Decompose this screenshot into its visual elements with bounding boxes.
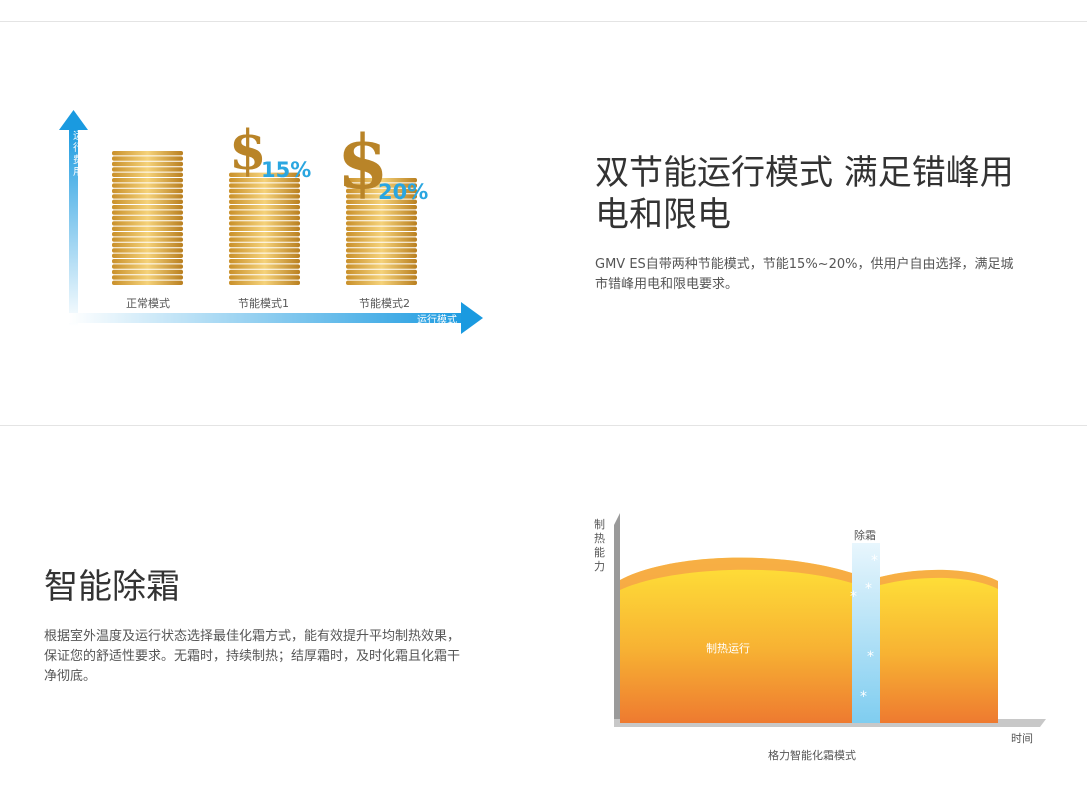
coin: [112, 178, 183, 183]
coin: [112, 237, 183, 242]
coin: [112, 221, 183, 226]
snowflake-1: *: [871, 553, 878, 569]
coin: [112, 194, 183, 199]
coin: [346, 215, 417, 221]
coin-stack-1: [112, 151, 183, 285]
top-divider: [0, 21, 1087, 22]
coin: [346, 264, 417, 269]
saving-percent-mode1: 15%: [261, 158, 312, 182]
x-axis-label: 运行模式: [417, 315, 457, 326]
coin: [229, 215, 300, 221]
y-axis-label: 运 行 费 用: [73, 131, 83, 178]
coin: [112, 275, 183, 280]
coin: [112, 205, 183, 210]
coin: [112, 161, 183, 167]
section-divider: [0, 425, 1087, 426]
coin: [112, 253, 183, 258]
coin: [346, 221, 417, 226]
defrost-chart: * * * * *: [614, 513, 1046, 727]
coin: [112, 183, 183, 188]
bar-label-mode2: 节能模式2: [359, 297, 410, 310]
x-axis-arrow: [461, 302, 483, 334]
coin: [229, 248, 300, 253]
snowflake-3: *: [850, 589, 857, 605]
coin: [229, 269, 300, 275]
saving-percent-mode2: 20%: [378, 180, 429, 204]
coin: [229, 210, 300, 215]
coin: [229, 259, 300, 264]
chart-y-axis: [614, 513, 620, 727]
coin: [112, 226, 183, 231]
coin: [346, 280, 417, 285]
bar-label-mode1: 节能模式1: [238, 297, 289, 310]
coin: [112, 264, 183, 269]
coin: [229, 280, 300, 285]
coin: [229, 194, 300, 199]
coin: [229, 205, 300, 210]
coin: [112, 232, 183, 237]
coin: [346, 275, 417, 280]
coin: [229, 221, 300, 226]
coin-stack-2: [229, 172, 300, 285]
coin: [346, 210, 417, 215]
coin: [229, 232, 300, 237]
section2-title: 智能除霜: [44, 567, 180, 607]
coin: [112, 269, 183, 275]
y-axis-arrow: [59, 110, 88, 130]
coin: [229, 237, 300, 242]
defrost-label: 除霜: [854, 529, 876, 542]
time-axis-label: 时间: [1011, 732, 1033, 745]
coin: [346, 269, 417, 275]
coin: [346, 253, 417, 258]
section2-description: 根据室外温度及运行状态选择最佳化霜方式，能有效提升平均制热效果， 保证您的舒适性…: [44, 629, 461, 684]
coin: [229, 275, 300, 280]
coin: [112, 151, 183, 156]
coin: [346, 237, 417, 242]
snowflake-5: *: [860, 689, 867, 705]
coin: [112, 242, 183, 248]
x-axis: [69, 313, 469, 323]
coin: [229, 253, 300, 258]
chart-caption: 格力智能化霜模式: [768, 749, 856, 762]
snowflake-4: *: [867, 649, 874, 665]
coin: [346, 232, 417, 237]
coin: [229, 199, 300, 204]
coin: [112, 199, 183, 204]
coin: [346, 226, 417, 231]
coin: [229, 242, 300, 248]
section1-title: 双节能运行模式 满足错峰用 电和限电: [595, 153, 1014, 235]
chart-y-axis-label: 制 热 能 力: [594, 518, 605, 573]
coin: [112, 259, 183, 264]
coin: [112, 188, 183, 194]
heating-label: 制热运行: [706, 642, 750, 655]
coin: [229, 188, 300, 194]
section1-description: GMV ES自带两种节能模式，节能15%~20%，供用户自由选择，满足城 市错峰…: [595, 257, 1014, 292]
coin: [112, 172, 183, 177]
coin: [112, 156, 183, 161]
coin: [112, 215, 183, 221]
bar-label-normal: 正常模式: [126, 297, 170, 310]
coin: [112, 248, 183, 253]
coin: [112, 210, 183, 215]
coin: [346, 242, 417, 248]
coin: [112, 167, 183, 172]
coin: [229, 264, 300, 269]
coin: [346, 259, 417, 264]
coin: [229, 226, 300, 231]
coin: [346, 248, 417, 253]
heating-area-2: [880, 569, 998, 723]
coin: [229, 183, 300, 188]
coin: [112, 280, 183, 285]
snowflake-2: *: [865, 581, 872, 597]
